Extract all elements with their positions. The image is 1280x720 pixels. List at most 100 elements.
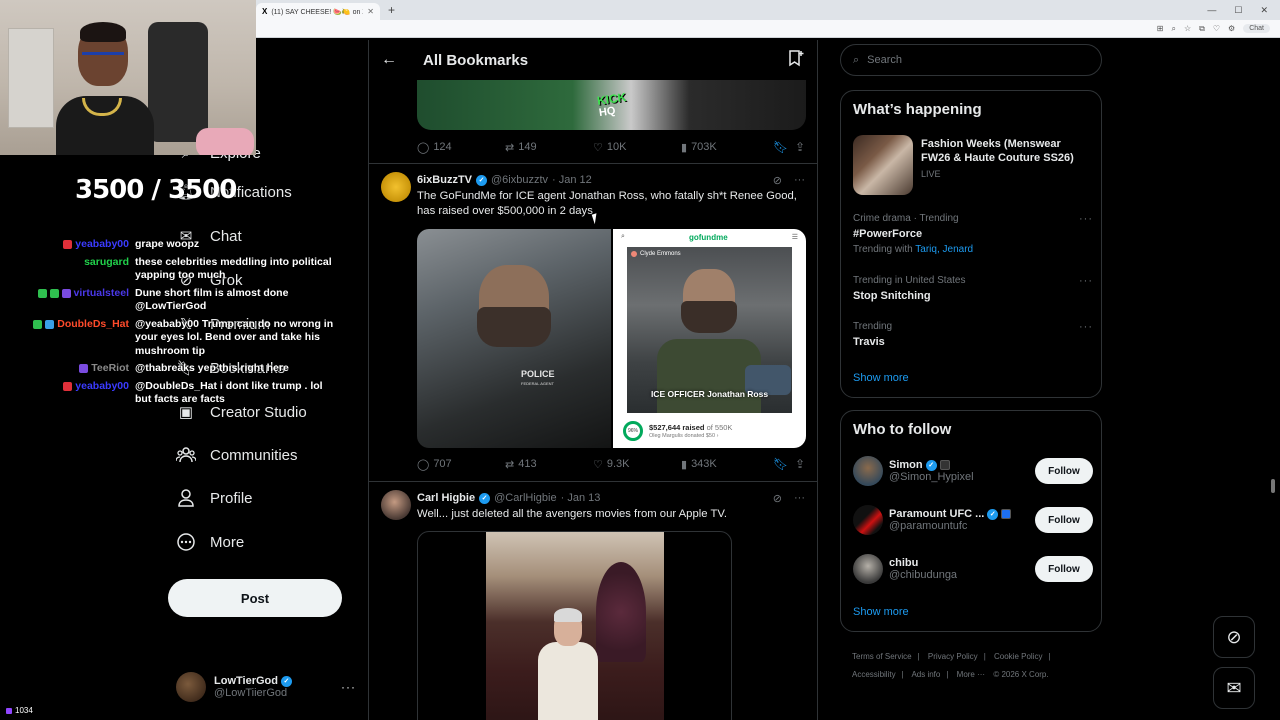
bookmarks-timeline: ← All Bookmarks KICK HQ ◯ 124 ⇄ 149 ♡ 10K ▮… [368,40,818,720]
new-tab-button[interactable]: + [388,3,395,17]
reply-button[interactable]: ◯ 707 [417,458,505,471]
nav-item-communities[interactable]: Communities [176,445,298,465]
reply-button[interactable]: ◯ 124 [417,141,505,154]
follow-suggestion[interactable]: Simon ✓ @Simon_Hypixel Follow [853,453,1093,489]
browser-tab[interactable]: X (11) SAY CHEESE! 🍉🍋 on X: "IR... ✕ [256,3,380,20]
nav-item-more[interactable]: More [176,532,244,552]
browser-chat-button[interactable]: Chat [1243,24,1270,33]
follow-button[interactable]: Follow [1035,458,1093,484]
page-title: All Bookmarks [423,51,529,69]
close-icon[interactable]: ✕ [367,7,374,16]
apps-icon[interactable]: ⊞ [1157,24,1164,33]
bookmark-filled-icon[interactable]: 🔖︎ [773,457,795,471]
more-dots-icon[interactable]: ··· [794,174,805,187]
verified-badge-icon: ✓ [479,492,491,504]
star-icon[interactable]: ☆ [1184,24,1191,33]
search-input[interactable]: ⌕ Search [840,44,1102,76]
follow-suggestion[interactable]: Paramount UFC ... ✓ @paramountufc Follow [853,502,1093,538]
share-icon[interactable]: ⇪ [795,140,805,154]
trend-item[interactable]: Crime drama · Trending #PowerForce Trend… [853,213,1093,255]
more-dots-icon[interactable]: ··· [1079,321,1093,333]
stream-counter: 3500 / 3500 [75,175,237,205]
tweet-actions: ◯ 707 ⇄ 413 ♡ 9.3K ▮ 343K 🔖︎ ⇪ [417,457,806,471]
tweet-media-image[interactable]: POLICE FEDERAL AGENT [417,229,611,448]
tweet-media-image[interactable]: KICK HQ [417,80,806,130]
footer-link[interactable]: Accessibility [852,670,896,679]
viewers-icon [6,707,12,714]
grok-floating-button[interactable]: ⊘ [1213,616,1255,658]
bookmark-filled-icon[interactable]: 🔖︎ [773,140,795,154]
chat-message: TeeRiot @thabreaks yep this right here [10,362,350,376]
tweet-text: Well... just deleted all the avengers mo… [417,508,727,520]
nav-label: Communities [210,446,298,464]
window-controls: — ☐ ✕ [1207,5,1280,16]
scrollbar-thumb[interactable] [1271,479,1275,493]
account-switcher[interactable]: LowTierGod ✓ @LowTiierGod ··· [176,667,356,707]
who-to-follow-panel: Who to follow Simon ✓ @Simon_Hypixel Foll… [840,410,1102,632]
verified-badge-icon: ✓ [925,459,937,471]
favorites-icon[interactable]: ♡ [1213,24,1220,33]
grok-icon[interactable]: ⊘ [773,492,782,505]
views-icon: ▮ [681,141,688,154]
account-handle: @LowTiierGod [214,687,288,699]
nav-item-profile[interactable]: Profile [176,488,253,508]
browser-tab-title: (11) SAY CHEESE! 🍉🍋 on X: "IR... [271,8,363,16]
footer-link[interactable]: Ads info [911,670,940,679]
like-button[interactable]: ♡ 10K [593,141,681,154]
show-more-link[interactable]: Show more [853,372,909,384]
profile-icon [176,488,196,508]
post-button[interactable]: Post [168,579,342,617]
repost-button[interactable]: ⇄ 413 [505,458,593,471]
follow-suggestion[interactable]: chibu @chibudunga Follow [853,551,1093,587]
chat-message: DoubleDs_Hat @yeababy00 Trump can do no … [10,318,350,359]
event-item[interactable]: Fashion Weeks (Menswear FW26 & Haute Cou… [853,135,1093,195]
search-placeholder: Search [867,54,903,66]
follow-button[interactable]: Follow [1035,507,1093,533]
avatar[interactable] [853,554,883,584]
more-dots-icon[interactable]: ··· [794,492,805,505]
like-button[interactable]: ♡ 9.3K [593,458,681,471]
chat-badge-icon [63,381,73,391]
zoom-icon[interactable]: ⌕ [1171,24,1175,34]
chat-message: yeababy00 grape woopz [10,238,350,252]
maximize-icon[interactable]: ☐ [1234,5,1242,16]
verified-badge-icon: ✓ [476,174,488,186]
show-more-link[interactable]: Show more [853,606,909,618]
tweet-video[interactable] [417,531,732,720]
share-icon[interactable]: ⇪ [795,457,805,471]
repost-button[interactable]: ⇄ 149 [505,141,593,154]
footer-link[interactable]: Terms of Service [852,652,912,661]
footer-link[interactable]: Privacy Policy [928,652,978,661]
trend-item[interactable]: Trending in United States Stop Snitching… [853,275,1093,302]
tweet-tools: ⊘ ··· [773,174,805,187]
close-window-icon[interactable]: ✕ [1260,5,1268,16]
messages-floating-button[interactable]: ✉ [1213,667,1255,709]
more-dots-icon[interactable]: ··· [341,680,356,694]
tweet[interactable]: 6ixBuzzTV ✓ @6ixbuzztv · Jan 12 ⊘ ··· Th… [369,164,817,481]
tweet-tools: ⊘ ··· [773,492,805,505]
footer-link[interactable]: More ··· [957,670,985,679]
avatar[interactable] [853,505,883,535]
heart-icon: ♡ [593,141,603,154]
whats-happening-panel: What’s happening Fashion Weeks (Menswear… [840,90,1102,398]
back-arrow-icon[interactable]: ← [381,51,411,69]
reply-icon: ◯ [417,458,430,471]
more-dots-icon[interactable]: ··· [1079,275,1093,287]
trend-item[interactable]: Trending Travis ··· [853,321,1093,348]
gofundme-screenshot[interactable]: ⌕ gofundme ☰ Clyde Emmons ICE OFFICER Jo… [613,229,806,448]
minimize-icon[interactable]: — [1207,5,1216,16]
footer-link[interactable]: Cookie Policy [994,652,1042,661]
avatar[interactable] [381,172,411,202]
avatar[interactable] [381,490,411,520]
stream-chat-overlay: yeababy00 grape woopz sarugard these cel… [10,238,350,411]
settings-icon[interactable]: ⚙ [1228,24,1235,33]
add-folder-icon[interactable] [787,49,805,71]
avatar[interactable] [853,456,883,486]
extensions-icon[interactable]: ⧉ [1199,24,1205,34]
views-button[interactable]: ▮ 343K [681,458,773,471]
tweet-text: The GoFundMe for ICE agent Jonathan Ross… [417,190,797,217]
follow-button[interactable]: Follow [1035,556,1093,582]
views-button[interactable]: ▮ 703K [681,141,773,154]
more-dots-icon[interactable]: ··· [1079,213,1093,225]
grok-icon[interactable]: ⊘ [773,174,782,187]
